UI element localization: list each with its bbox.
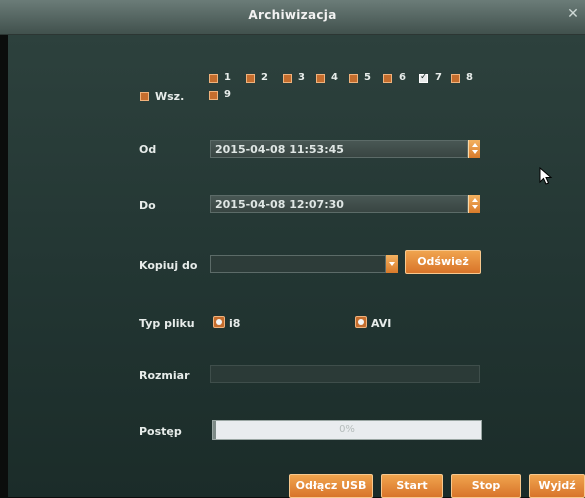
channel-2-label: 2 [261, 72, 268, 83]
progress-bar: 0% [212, 420, 482, 440]
channel-2-checkbox[interactable] [246, 74, 255, 83]
to-spinner[interactable] [468, 195, 480, 213]
stop-button[interactable]: Stop [451, 474, 521, 498]
file-type-i8-radio[interactable] [213, 316, 225, 328]
channel-7-label: 7 [435, 72, 442, 83]
eject-usb-button[interactable]: Odłącz USB [289, 474, 373, 498]
to-datetime-value: 2015-04-08 12:07:30 [215, 198, 344, 211]
from-datetime-field[interactable]: 2015-04-08 11:53:45 [210, 140, 468, 158]
channel-4-label: 4 [331, 72, 338, 83]
from-spinner[interactable] [468, 140, 480, 158]
start-button[interactable]: Start [381, 474, 443, 498]
exit-button[interactable]: Wyjdź [529, 474, 585, 498]
chevron-down-icon[interactable] [386, 255, 398, 273]
channel-9-label: 9 [224, 89, 231, 100]
channel-3-label: 3 [298, 72, 305, 83]
size-label: Rozmiar [139, 369, 190, 382]
channel-4-checkbox[interactable] [316, 74, 325, 83]
file-type-label: Typ pliku [139, 317, 195, 330]
title-bar: Archiwizacja ✕ [0, 0, 585, 35]
size-field [210, 365, 480, 383]
channel-1-label: 1 [224, 72, 231, 83]
channel-5-checkbox[interactable] [349, 74, 358, 83]
file-type-i8-label: i8 [229, 317, 241, 330]
channel-7-checkbox[interactable] [419, 72, 428, 83]
window-title: Archiwizacja [248, 8, 337, 22]
progress-percent: 0% [339, 424, 355, 435]
from-label: Od [139, 143, 157, 156]
progress-label: Postęp [139, 425, 182, 438]
select-all-label: Wsz. [155, 90, 185, 103]
from-datetime-value: 2015-04-08 11:53:45 [215, 143, 344, 156]
channel-9-checkbox[interactable] [209, 91, 218, 100]
channel-5-label: 5 [364, 72, 371, 83]
select-all-checkbox[interactable] [140, 92, 149, 101]
copy-to-label: Kopiuj do [139, 259, 198, 272]
to-label: Do [139, 199, 156, 212]
to-datetime-field[interactable]: 2015-04-08 12:07:30 [210, 195, 468, 213]
refresh-button[interactable]: Odśwież [405, 250, 481, 274]
channel-1-checkbox[interactable] [209, 74, 218, 83]
copy-to-select[interactable] [210, 255, 386, 273]
channel-6-checkbox[interactable] [383, 74, 392, 83]
channel-8-label: 8 [466, 72, 473, 83]
channel-8-checkbox[interactable] [451, 74, 460, 83]
file-type-avi-label: AVI [371, 317, 392, 330]
channel-3-checkbox[interactable] [283, 74, 292, 83]
mouse-pointer-icon [539, 167, 553, 185]
channel-6-label: 6 [399, 72, 406, 83]
file-type-avi-radio[interactable] [355, 316, 367, 328]
close-icon[interactable]: ✕ [565, 6, 581, 22]
